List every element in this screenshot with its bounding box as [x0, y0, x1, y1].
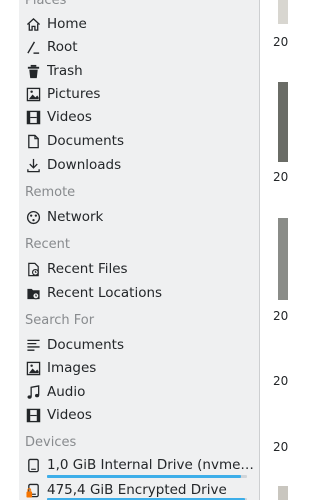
device-usage-bar — [47, 475, 247, 478]
file-view: 20 20 20 20 20 — [260, 0, 288, 500]
file-thumbnail[interactable] — [278, 82, 288, 162]
file-thumbnail[interactable] — [278, 0, 288, 24]
recent-locations-icon — [24, 284, 42, 302]
places-item-documents[interactable]: Documents — [19, 130, 259, 152]
network-icon — [24, 208, 42, 226]
places-item-pictures[interactable]: Pictures — [19, 83, 259, 105]
places-item-label: Pictures — [47, 86, 101, 102]
section-recent: Recent — [25, 237, 70, 252]
search-item-videos[interactable]: Videos — [19, 404, 259, 426]
recent-item-files[interactable]: Recent Files — [19, 258, 259, 280]
window-left-edge — [0, 0, 19, 500]
encrypted-drive-icon — [24, 481, 42, 499]
file-label: 20 — [273, 309, 288, 323]
recent-item-label: Recent Locations — [47, 285, 163, 301]
file-thumbnail[interactable] — [278, 218, 288, 300]
places-item-trash[interactable]: Trash — [19, 60, 259, 82]
search-item-label: Images — [47, 360, 97, 376]
file-label: 20 — [273, 440, 288, 454]
places-panel: Places Home Root Trash Pictures Videos D — [19, 0, 259, 500]
remote-item-label: Network — [47, 209, 104, 225]
videos-icon — [24, 108, 42, 126]
recent-files-icon — [24, 260, 42, 278]
drive-icon — [24, 456, 42, 474]
home-icon — [24, 15, 42, 33]
pictures-icon — [24, 85, 42, 103]
places-item-label: Home — [47, 16, 87, 32]
places-item-label: Videos — [47, 109, 92, 125]
search-item-label: Audio — [47, 384, 86, 400]
audio-icon — [24, 383, 42, 401]
places-item-label: Root — [47, 39, 78, 55]
search-item-documents[interactable]: Documents — [19, 334, 259, 356]
device-usage-fill — [47, 475, 241, 478]
root-icon — [24, 38, 42, 56]
device-item-label: 1,0 GiB Internal Drive (nvme0n1p1) — [47, 457, 255, 473]
places-item-label: Downloads — [47, 157, 122, 173]
search-item-label: Videos — [47, 407, 92, 423]
documents-icon — [24, 132, 42, 150]
recent-item-label: Recent Files — [47, 261, 128, 277]
places-item-root[interactable]: Root — [19, 36, 259, 58]
section-places: Places — [25, 0, 67, 8]
downloads-icon — [24, 156, 42, 174]
recent-item-locations[interactable]: Recent Locations — [19, 282, 259, 304]
trash-icon — [24, 62, 42, 80]
section-search-for: Search For — [25, 313, 95, 328]
device-item-internal-drive[interactable]: 1,0 GiB Internal Drive (nvme0n1p1) — [19, 454, 259, 476]
videos-search-icon — [24, 406, 42, 424]
file-label: 20 — [273, 170, 288, 184]
places-item-label: Trash — [47, 63, 83, 79]
device-item-encrypted-drive[interactable]: 475,4 GiB Encrypted Drive — [19, 479, 259, 500]
search-item-images[interactable]: Images — [19, 357, 259, 379]
section-remote: Remote — [25, 185, 76, 200]
file-thumbnail[interactable] — [278, 486, 288, 500]
file-label: 20 — [273, 374, 288, 388]
section-devices: Devices — [25, 435, 77, 450]
places-item-videos[interactable]: Videos — [19, 106, 259, 128]
device-item-label: 475,4 GiB Encrypted Drive — [47, 482, 227, 498]
file-label: 20 — [273, 35, 288, 49]
places-item-home[interactable]: Home — [19, 13, 259, 35]
search-item-label: Documents — [47, 337, 124, 353]
remote-item-network[interactable]: Network — [19, 206, 259, 228]
images-icon — [24, 359, 42, 377]
search-item-audio[interactable]: Audio — [19, 381, 259, 403]
places-item-label: Documents — [47, 133, 124, 149]
documents-search-icon — [24, 336, 42, 354]
places-item-downloads[interactable]: Downloads — [19, 154, 259, 176]
